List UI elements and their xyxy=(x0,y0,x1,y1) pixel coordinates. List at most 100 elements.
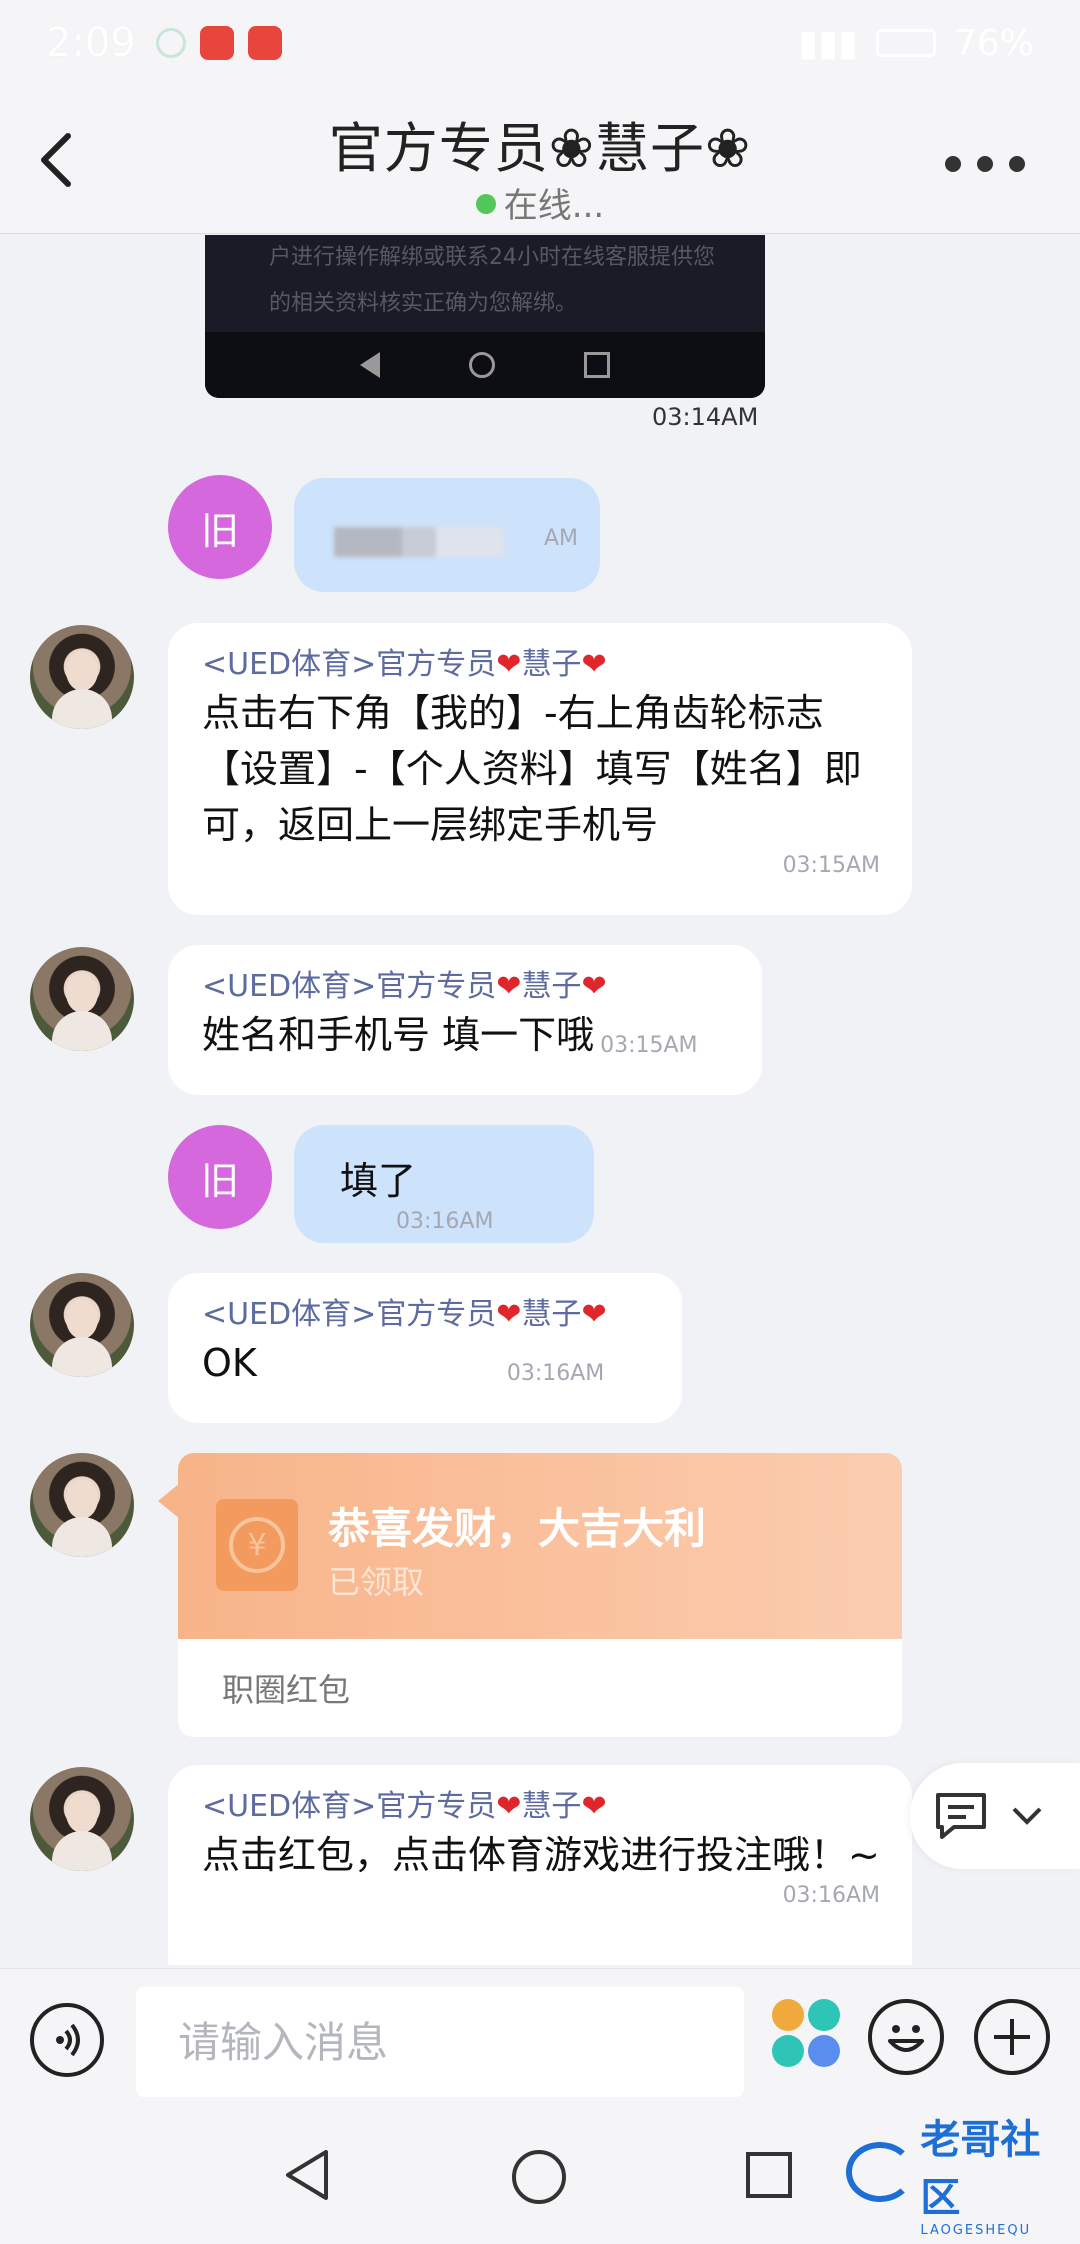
message-bubble-agent[interactable]: <UED体育>官方专员❤慧子❤ 姓名和手机号 填一下哦 03:15AM xyxy=(168,945,762,1095)
agent-avatar[interactable] xyxy=(30,1767,134,1871)
sender-prefix: <UED体育>官方专员 xyxy=(202,1297,497,1332)
heart-icon: ❤ xyxy=(581,1297,607,1332)
message-text-row: OK 03:16AM xyxy=(202,1335,650,1402)
avatar-face xyxy=(66,1479,98,1519)
red-packet[interactable]: ¥ 恭喜发财，大吉大利 已领取 职圈红包 xyxy=(178,1453,902,1737)
message-input[interactable] xyxy=(136,1987,744,2097)
more-dots-icon xyxy=(977,156,993,172)
agent-avatar[interactable] xyxy=(30,625,134,729)
voice-button[interactable] xyxy=(30,2003,104,2077)
sender-nickname: 慧子 xyxy=(521,969,582,1004)
home-circle-icon xyxy=(468,352,495,378)
status-bar: 2:09 ▮▮▮ 76% xyxy=(0,0,1080,86)
agent-avatar[interactable] xyxy=(30,947,134,1051)
message-time: 03:14AM xyxy=(652,403,759,431)
page-title: 官方专员❀慧子❀ xyxy=(328,117,752,180)
avatar-body xyxy=(52,689,112,729)
sender-name: <UED体育>官方专员❤慧子❤ xyxy=(202,1787,880,1827)
packet-tail xyxy=(158,1483,180,1519)
nav-recent-button[interactable] xyxy=(746,2152,792,2198)
quick-reply-icon xyxy=(936,1793,986,1839)
plus-button[interactable] xyxy=(974,1999,1050,2075)
emoji-button[interactable] xyxy=(868,1999,944,2075)
chat-header: 官方专员❀慧子❀ 在线... xyxy=(0,86,1080,234)
input-bar xyxy=(0,1968,1080,2108)
avatar-face xyxy=(66,1299,98,1339)
more-dots-icon xyxy=(1009,156,1025,172)
heart-icon: ❤ xyxy=(496,969,522,1004)
sender-nickname: 慧子 xyxy=(521,647,582,682)
more-dots-icon xyxy=(945,156,961,172)
nav-home-button[interactable] xyxy=(512,2150,566,2204)
app-notification-icon xyxy=(155,28,186,58)
red-packet-title: 恭喜发财，大吉大利 xyxy=(328,1504,707,1553)
heart-icon: ❤ xyxy=(496,647,522,682)
sender-name: <UED体育>官方专员❤慧子❤ xyxy=(202,967,730,1007)
message-bubble-agent[interactable]: <UED体育>官方专员❤慧子❤ OK 03:16AM xyxy=(168,1273,682,1423)
sender-prefix: <UED体育>官方专员 xyxy=(202,1789,497,1824)
more-options-button[interactable] xyxy=(930,144,1040,184)
huawei-app-icon xyxy=(247,26,282,60)
avatar-body xyxy=(52,1011,112,1051)
image-message-line: 的相关资料核实正确为您解绑。 xyxy=(269,291,578,316)
apps-icon xyxy=(772,1999,804,2031)
avatar-body xyxy=(52,1831,112,1871)
signal-icon: ▮▮▮ xyxy=(798,22,858,64)
heart-icon: ❤ xyxy=(496,1297,522,1332)
online-dot-icon xyxy=(475,194,496,214)
message-list[interactable]: 户进行操作解绑或联系24小时在线客服提供您 的相关资料核实正确为您解绑。 03:… xyxy=(0,235,1080,1965)
heart-icon: ❤ xyxy=(581,647,607,682)
avatar-face xyxy=(66,1793,98,1833)
blurred-content xyxy=(334,527,504,557)
emoji-icon xyxy=(888,2025,924,2052)
watermark-logo: 老哥社区 LAOGESHEQU xyxy=(846,2117,1076,2238)
message-text-row: 姓名和手机号 填一下哦 03:15AM xyxy=(202,1007,730,1074)
image-message[interactable]: 户进行操作解绑或联系24小时在线客服提供您 的相关资料核实正确为您解绑。 xyxy=(205,235,765,398)
image-message-line: 户进行操作解绑或联系24小时在线客服提供您 xyxy=(269,245,715,270)
sender-name: <UED体育>官方专员❤慧子❤ xyxy=(202,1295,650,1335)
message-time: 03:16AM xyxy=(506,1361,605,1386)
message-text: OK xyxy=(202,1341,257,1385)
heart-icon: ❤ xyxy=(581,969,607,1004)
huawei-app-icon xyxy=(199,26,234,60)
sender-prefix: <UED体育>官方专员 xyxy=(202,647,497,682)
message-text: 姓名和手机号 填一下哦 xyxy=(202,1013,595,1057)
message-bubble-self[interactable]: 填了 03:16AM xyxy=(294,1125,594,1243)
coin-icon: ¥ xyxy=(229,1517,285,1573)
watermark-text: 老哥社区 xyxy=(920,2116,1041,2221)
message-text: 点击右下角【我的】-右上角齿轮标志【设置】-【个人资料】填写【姓名】即可，返回上… xyxy=(202,691,862,847)
red-packet-footer: 职圈红包 xyxy=(222,1671,351,1709)
avatar-label: 旧 xyxy=(200,508,239,553)
agent-avatar[interactable] xyxy=(30,1273,134,1377)
heart-icon: ❤ xyxy=(581,1789,607,1824)
avatar-face xyxy=(66,651,98,691)
red-packet-icon: ¥ xyxy=(216,1499,298,1591)
message-bubble-agent[interactable]: <UED体育>官方专员❤慧子❤ 点击右下角【我的】-右上角齿轮标志【设置】-【个… xyxy=(168,623,912,915)
image-navbar xyxy=(205,332,765,398)
sender-prefix: <UED体育>官方专员 xyxy=(202,969,497,1004)
notification-icons xyxy=(155,26,282,60)
message-text: 点击红包，点击体育游戏进行投注哦！~ xyxy=(202,1833,880,1877)
system-icons: ▮▮▮ 76% xyxy=(799,23,1034,64)
status-time: 2:09 xyxy=(46,20,136,66)
back-triangle-icon xyxy=(359,352,380,378)
avatar-body xyxy=(52,1517,112,1557)
self-avatar[interactable]: 旧 xyxy=(168,1125,272,1229)
dragon-logo-icon xyxy=(846,2142,915,2202)
battery-icon xyxy=(875,29,936,57)
message-bubble-agent[interactable]: <UED体育>官方专员❤慧子❤ 点击红包，点击体育游戏进行投注哦！~ 03:16… xyxy=(168,1765,912,1965)
self-avatar[interactable]: 旧 xyxy=(168,475,272,579)
recent-square-icon xyxy=(584,352,611,378)
nav-back-button[interactable] xyxy=(284,2148,330,2202)
sender-nickname: 慧子 xyxy=(521,1297,582,1332)
quick-reply-toggle[interactable] xyxy=(910,1763,1080,1869)
message-time: 03:16AM xyxy=(396,1209,494,1234)
agent-avatar[interactable] xyxy=(30,1453,134,1557)
avatar-body xyxy=(52,1337,112,1377)
heart-icon: ❤ xyxy=(496,1789,522,1824)
chevron-down-icon xyxy=(1012,1807,1042,1825)
voice-icon xyxy=(56,2023,80,2057)
online-status: 在线... xyxy=(0,178,1080,227)
apps-icon xyxy=(808,1999,840,2031)
apps-button[interactable] xyxy=(772,1999,842,2069)
